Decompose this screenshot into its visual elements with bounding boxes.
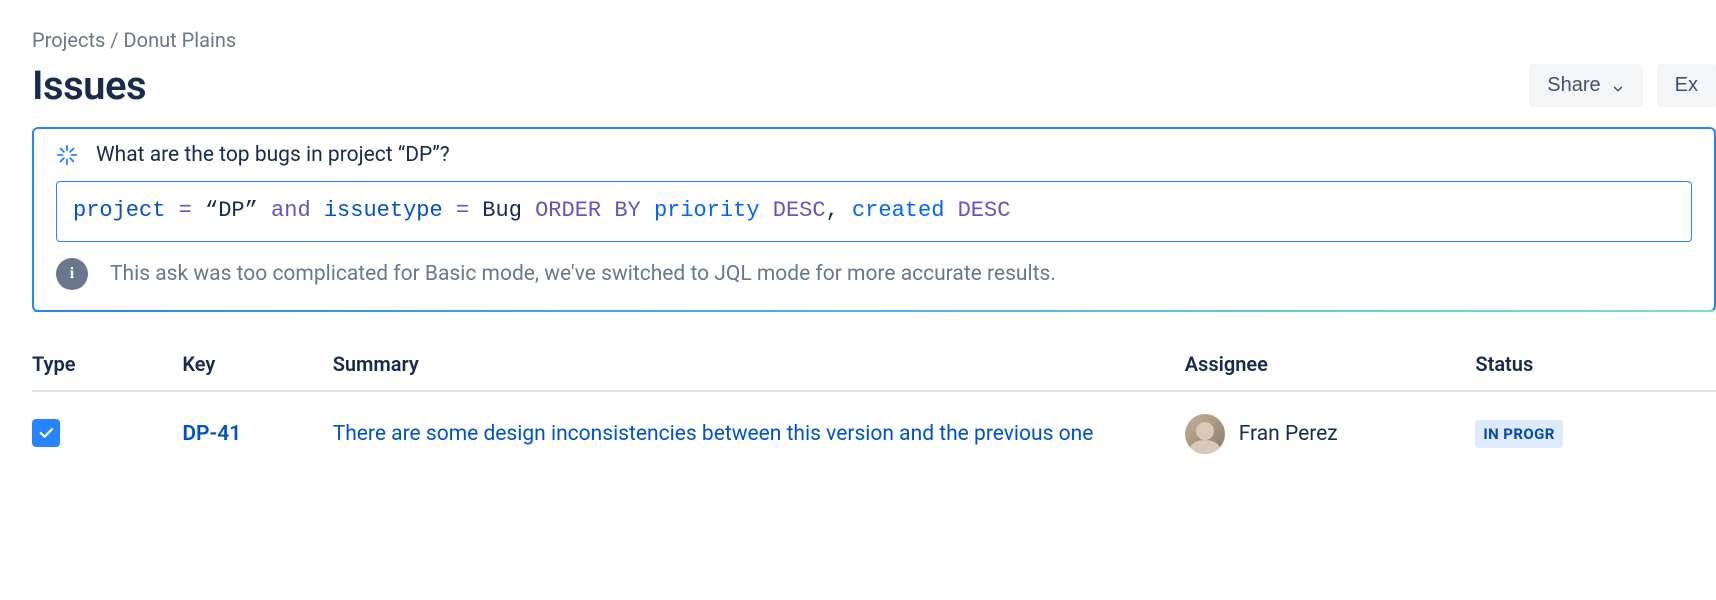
- ai-question-text: What are the top bugs in project “DP”?: [96, 143, 450, 167]
- col-header-key[interactable]: Key: [182, 342, 332, 391]
- assignee-name: Fran Perez: [1239, 422, 1338, 446]
- header-row: Issues Share Ex: [32, 62, 1716, 109]
- share-button-label: Share: [1547, 74, 1600, 97]
- jql-input[interactable]: project = “DP” and issuetype = Bug ORDER…: [56, 181, 1692, 242]
- info-icon: i: [56, 258, 88, 290]
- ai-question-row: What are the top bugs in project “DP”?: [34, 129, 1714, 181]
- col-header-summary[interactable]: Summary: [333, 342, 1185, 391]
- col-header-type[interactable]: Type: [32, 342, 182, 391]
- export-button-label: Ex: [1675, 74, 1698, 97]
- breadcrumb-sep: /: [105, 28, 123, 52]
- col-header-status[interactable]: Status: [1475, 342, 1716, 391]
- avatar: [1185, 414, 1225, 454]
- ai-sparkle-icon: [56, 144, 78, 166]
- ai-info-text: This ask was too complicated for Basic m…: [110, 262, 1056, 286]
- issues-table: Type Key Summary Assignee Status DP-41 T…: [32, 342, 1716, 476]
- issue-key-link[interactable]: DP-41: [182, 422, 241, 446]
- page-title: Issues: [32, 62, 146, 109]
- issue-type-task-icon: [32, 419, 60, 447]
- col-header-assignee[interactable]: Assignee: [1185, 342, 1476, 391]
- export-button[interactable]: Ex: [1657, 64, 1716, 107]
- breadcrumb-project[interactable]: Donut Plains: [124, 28, 237, 52]
- chevron-down-icon: [1611, 79, 1625, 93]
- ai-info-row: i This ask was too complicated for Basic…: [34, 258, 1714, 310]
- table-row[interactable]: DP-41 There are some design inconsistenc…: [32, 391, 1716, 476]
- status-badge[interactable]: IN PROGR: [1475, 420, 1562, 448]
- breadcrumb-projects[interactable]: Projects: [32, 28, 105, 52]
- header-actions: Share Ex: [1529, 64, 1716, 107]
- issue-summary-link[interactable]: There are some design inconsistencies be…: [333, 419, 1094, 449]
- share-button[interactable]: Share: [1529, 64, 1642, 107]
- assignee-cell[interactable]: Fran Perez: [1185, 414, 1466, 454]
- ai-search-panel: What are the top bugs in project “DP”? p…: [32, 127, 1716, 312]
- breadcrumb: Projects / Donut Plains: [32, 28, 1716, 52]
